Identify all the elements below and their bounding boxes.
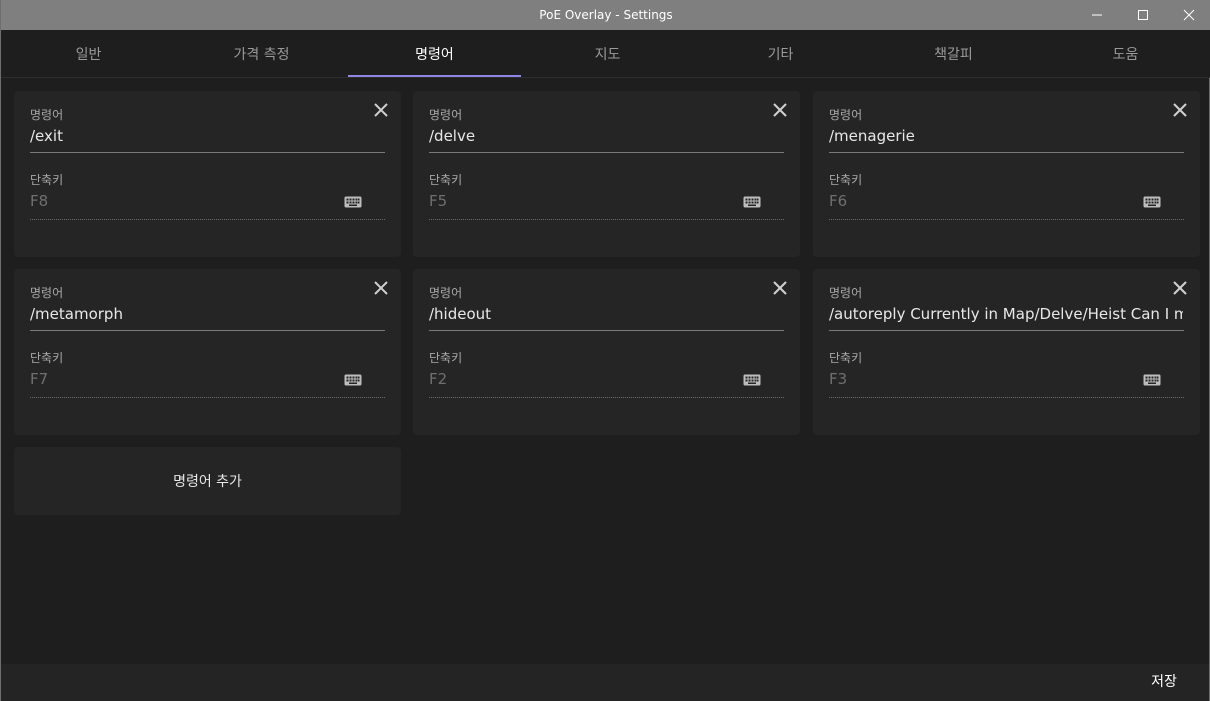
remove-command-button[interactable] xyxy=(1170,278,1190,298)
command-input-underline xyxy=(429,330,784,331)
window-title: PoE Overlay - Settings xyxy=(539,8,673,22)
command-input-underline xyxy=(829,152,1184,153)
command-label: 명령어 xyxy=(30,286,64,300)
active-tab-indicator xyxy=(348,75,521,77)
remove-command-button[interactable] xyxy=(371,100,391,120)
shortcut-input[interactable]: F2 xyxy=(429,370,447,388)
shortcut-label: 단축키 xyxy=(30,351,64,365)
shortcut-input[interactable]: F3 xyxy=(829,370,847,388)
command-card: 명령어 /delve 단축키 F5 xyxy=(413,91,800,257)
tab-map[interactable]: 지도 xyxy=(521,30,694,78)
tab-price-check[interactable]: 가격 측정 xyxy=(175,30,348,78)
settings-window: PoE Overlay - Settings 일반 가격 측정 명령어 지도 기… xyxy=(0,0,1210,701)
shortcut-input-underline xyxy=(829,219,1184,220)
shortcut-label: 단축키 xyxy=(829,173,863,187)
tab-help[interactable]: 도움 xyxy=(1039,30,1210,78)
command-input[interactable]: /autoreply Currently in Map/Delve/Heist … xyxy=(829,305,1183,323)
keyboard-icon[interactable] xyxy=(743,195,761,209)
command-input-underline xyxy=(829,330,1184,331)
remove-command-button[interactable] xyxy=(1170,100,1190,120)
command-label: 명령어 xyxy=(429,286,463,300)
close-icon xyxy=(1173,281,1187,295)
tab-misc[interactable]: 기타 xyxy=(694,30,867,78)
close-icon xyxy=(1173,103,1187,117)
command-card: 명령어 /hideout 단축키 F2 xyxy=(413,269,800,435)
maximize-icon xyxy=(1138,10,1148,20)
shortcut-input-underline xyxy=(30,397,385,398)
tab-general[interactable]: 일반 xyxy=(2,30,175,78)
add-command-button[interactable]: 명령어 추가 xyxy=(14,447,401,515)
remove-command-button[interactable] xyxy=(770,278,790,298)
maximize-button[interactable] xyxy=(1120,0,1166,30)
command-card: 명령어 /exit 단축키 F8 xyxy=(14,91,401,257)
close-icon xyxy=(374,281,388,295)
close-icon xyxy=(773,281,787,295)
keyboard-icon[interactable] xyxy=(1143,373,1161,387)
remove-command-button[interactable] xyxy=(770,100,790,120)
command-card: 명령어 /menagerie 단축키 F6 xyxy=(813,91,1200,257)
shortcut-input[interactable]: F8 xyxy=(30,192,48,210)
command-input-underline xyxy=(30,330,385,331)
title-bar[interactable]: PoE Overlay - Settings xyxy=(1,0,1210,30)
command-input-underline xyxy=(30,152,385,153)
shortcut-label: 단축키 xyxy=(429,351,463,365)
shortcut-label: 단축키 xyxy=(30,173,64,187)
shortcut-label: 단축키 xyxy=(829,351,863,365)
shortcut-input-underline xyxy=(829,397,1184,398)
keyboard-icon[interactable] xyxy=(1143,195,1161,209)
keyboard-icon[interactable] xyxy=(743,373,761,387)
shortcut-input-underline xyxy=(30,219,385,220)
close-icon xyxy=(773,103,787,117)
tab-commands[interactable]: 명령어 xyxy=(348,30,521,78)
minimize-icon xyxy=(1092,14,1102,16)
shortcut-label: 단축키 xyxy=(429,173,463,187)
remove-command-button[interactable] xyxy=(371,278,391,298)
shortcut-input-underline xyxy=(429,219,784,220)
command-label: 명령어 xyxy=(30,108,64,122)
command-label: 명령어 xyxy=(829,108,863,122)
keyboard-icon[interactable] xyxy=(344,195,362,209)
close-icon xyxy=(1183,9,1195,21)
command-input[interactable]: /menagerie xyxy=(829,127,1183,145)
close-window-button[interactable] xyxy=(1166,0,1210,30)
command-input[interactable]: /delve xyxy=(429,127,783,145)
save-button[interactable]: 저장 xyxy=(1134,664,1194,698)
command-input[interactable]: /exit xyxy=(30,127,384,145)
command-input-underline xyxy=(429,152,784,153)
shortcut-input[interactable]: F5 xyxy=(429,192,447,210)
command-card: 명령어 /metamorph 단축키 F7 xyxy=(14,269,401,435)
tab-bookmarks[interactable]: 책갈피 xyxy=(867,30,1040,78)
command-card: 명령어 /autoreply Currently in Map/Delve/He… xyxy=(813,269,1200,435)
shortcut-input[interactable]: F6 xyxy=(829,192,847,210)
shortcut-input[interactable]: F7 xyxy=(30,370,48,388)
shortcut-input-underline xyxy=(429,397,784,398)
command-input[interactable]: /metamorph xyxy=(30,305,384,323)
minimize-button[interactable] xyxy=(1074,0,1120,30)
command-label: 명령어 xyxy=(429,108,463,122)
command-input[interactable]: /hideout xyxy=(429,305,783,323)
close-icon xyxy=(374,103,388,117)
command-label: 명령어 xyxy=(829,286,863,300)
footer-bar: 저장 xyxy=(1,664,1209,701)
settings-tabs: 일반 가격 측정 명령어 지도 기타 책갈피 도움 xyxy=(1,30,1210,78)
keyboard-icon[interactable] xyxy=(344,373,362,387)
